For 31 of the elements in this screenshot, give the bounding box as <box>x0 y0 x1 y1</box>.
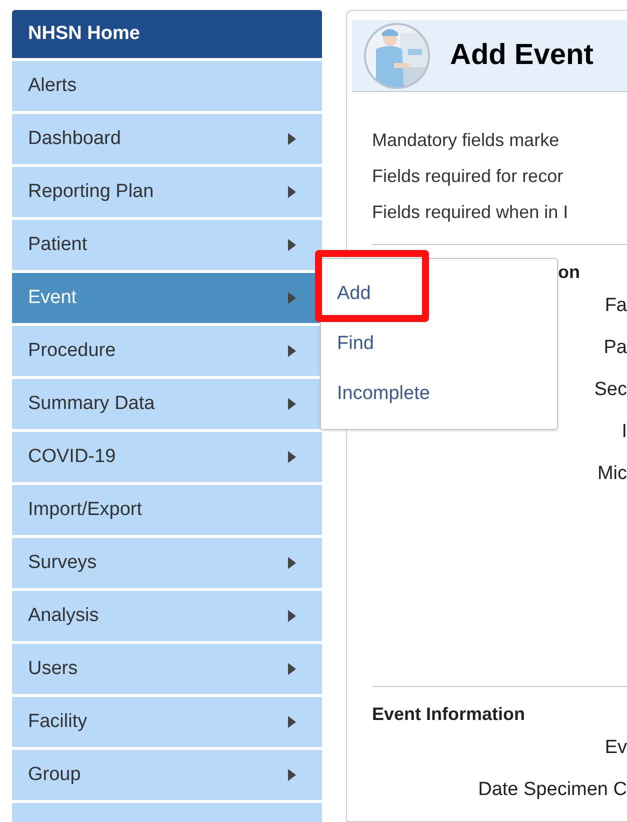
section-title: on <box>558 262 580 282</box>
sidebar-item[interactable]: COVID-19 <box>12 432 322 482</box>
field-label: Fa <box>604 294 627 318</box>
sidebar-item[interactable]: Event <box>12 273 322 323</box>
sidebar-header[interactable]: NHSN Home <box>12 10 322 58</box>
sidebar-item[interactable]: Procedure <box>12 326 322 376</box>
submenu-item[interactable]: Find <box>321 319 557 369</box>
field-label: Pa <box>604 336 627 360</box>
field-label: Date Specimen C <box>478 778 627 802</box>
field-label: Ev <box>604 736 627 760</box>
field-label: I <box>622 420 627 444</box>
sidebar-item[interactable]: Users <box>12 644 322 694</box>
sidebar-item[interactable]: Reporting Plan <box>12 167 322 217</box>
instruction-text: Fields required for recor <box>372 165 564 188</box>
sidebar-item[interactable]: Dashboard <box>12 114 322 164</box>
sidebar-item[interactable]: Patient <box>12 220 322 270</box>
sidebar-item[interactable]: Facility <box>12 697 322 747</box>
submenu-item[interactable]: Add <box>321 269 557 319</box>
sidebar-item[interactable]: Alerts <box>12 61 322 111</box>
sidebar-item[interactable]: Import/Export <box>12 485 322 535</box>
sidebar-item[interactable]: Group <box>12 750 322 800</box>
field-label: Mic <box>597 462 627 486</box>
sidebar-item[interactable]: Analysis <box>12 591 322 641</box>
instruction-text: Fields required when in I <box>372 201 570 224</box>
instruction-text: Mandatory fields marke <box>372 129 560 152</box>
sidebar-item[interactable]: Summary Data <box>12 379 322 429</box>
section-title: Event Information <box>372 704 526 724</box>
field-label: Sec <box>594 378 627 402</box>
submenu-item[interactable]: Incomplete <box>321 369 557 419</box>
page-title: Add Event <box>450 38 594 73</box>
sidebar-item[interactable]: Surveys <box>12 538 322 588</box>
